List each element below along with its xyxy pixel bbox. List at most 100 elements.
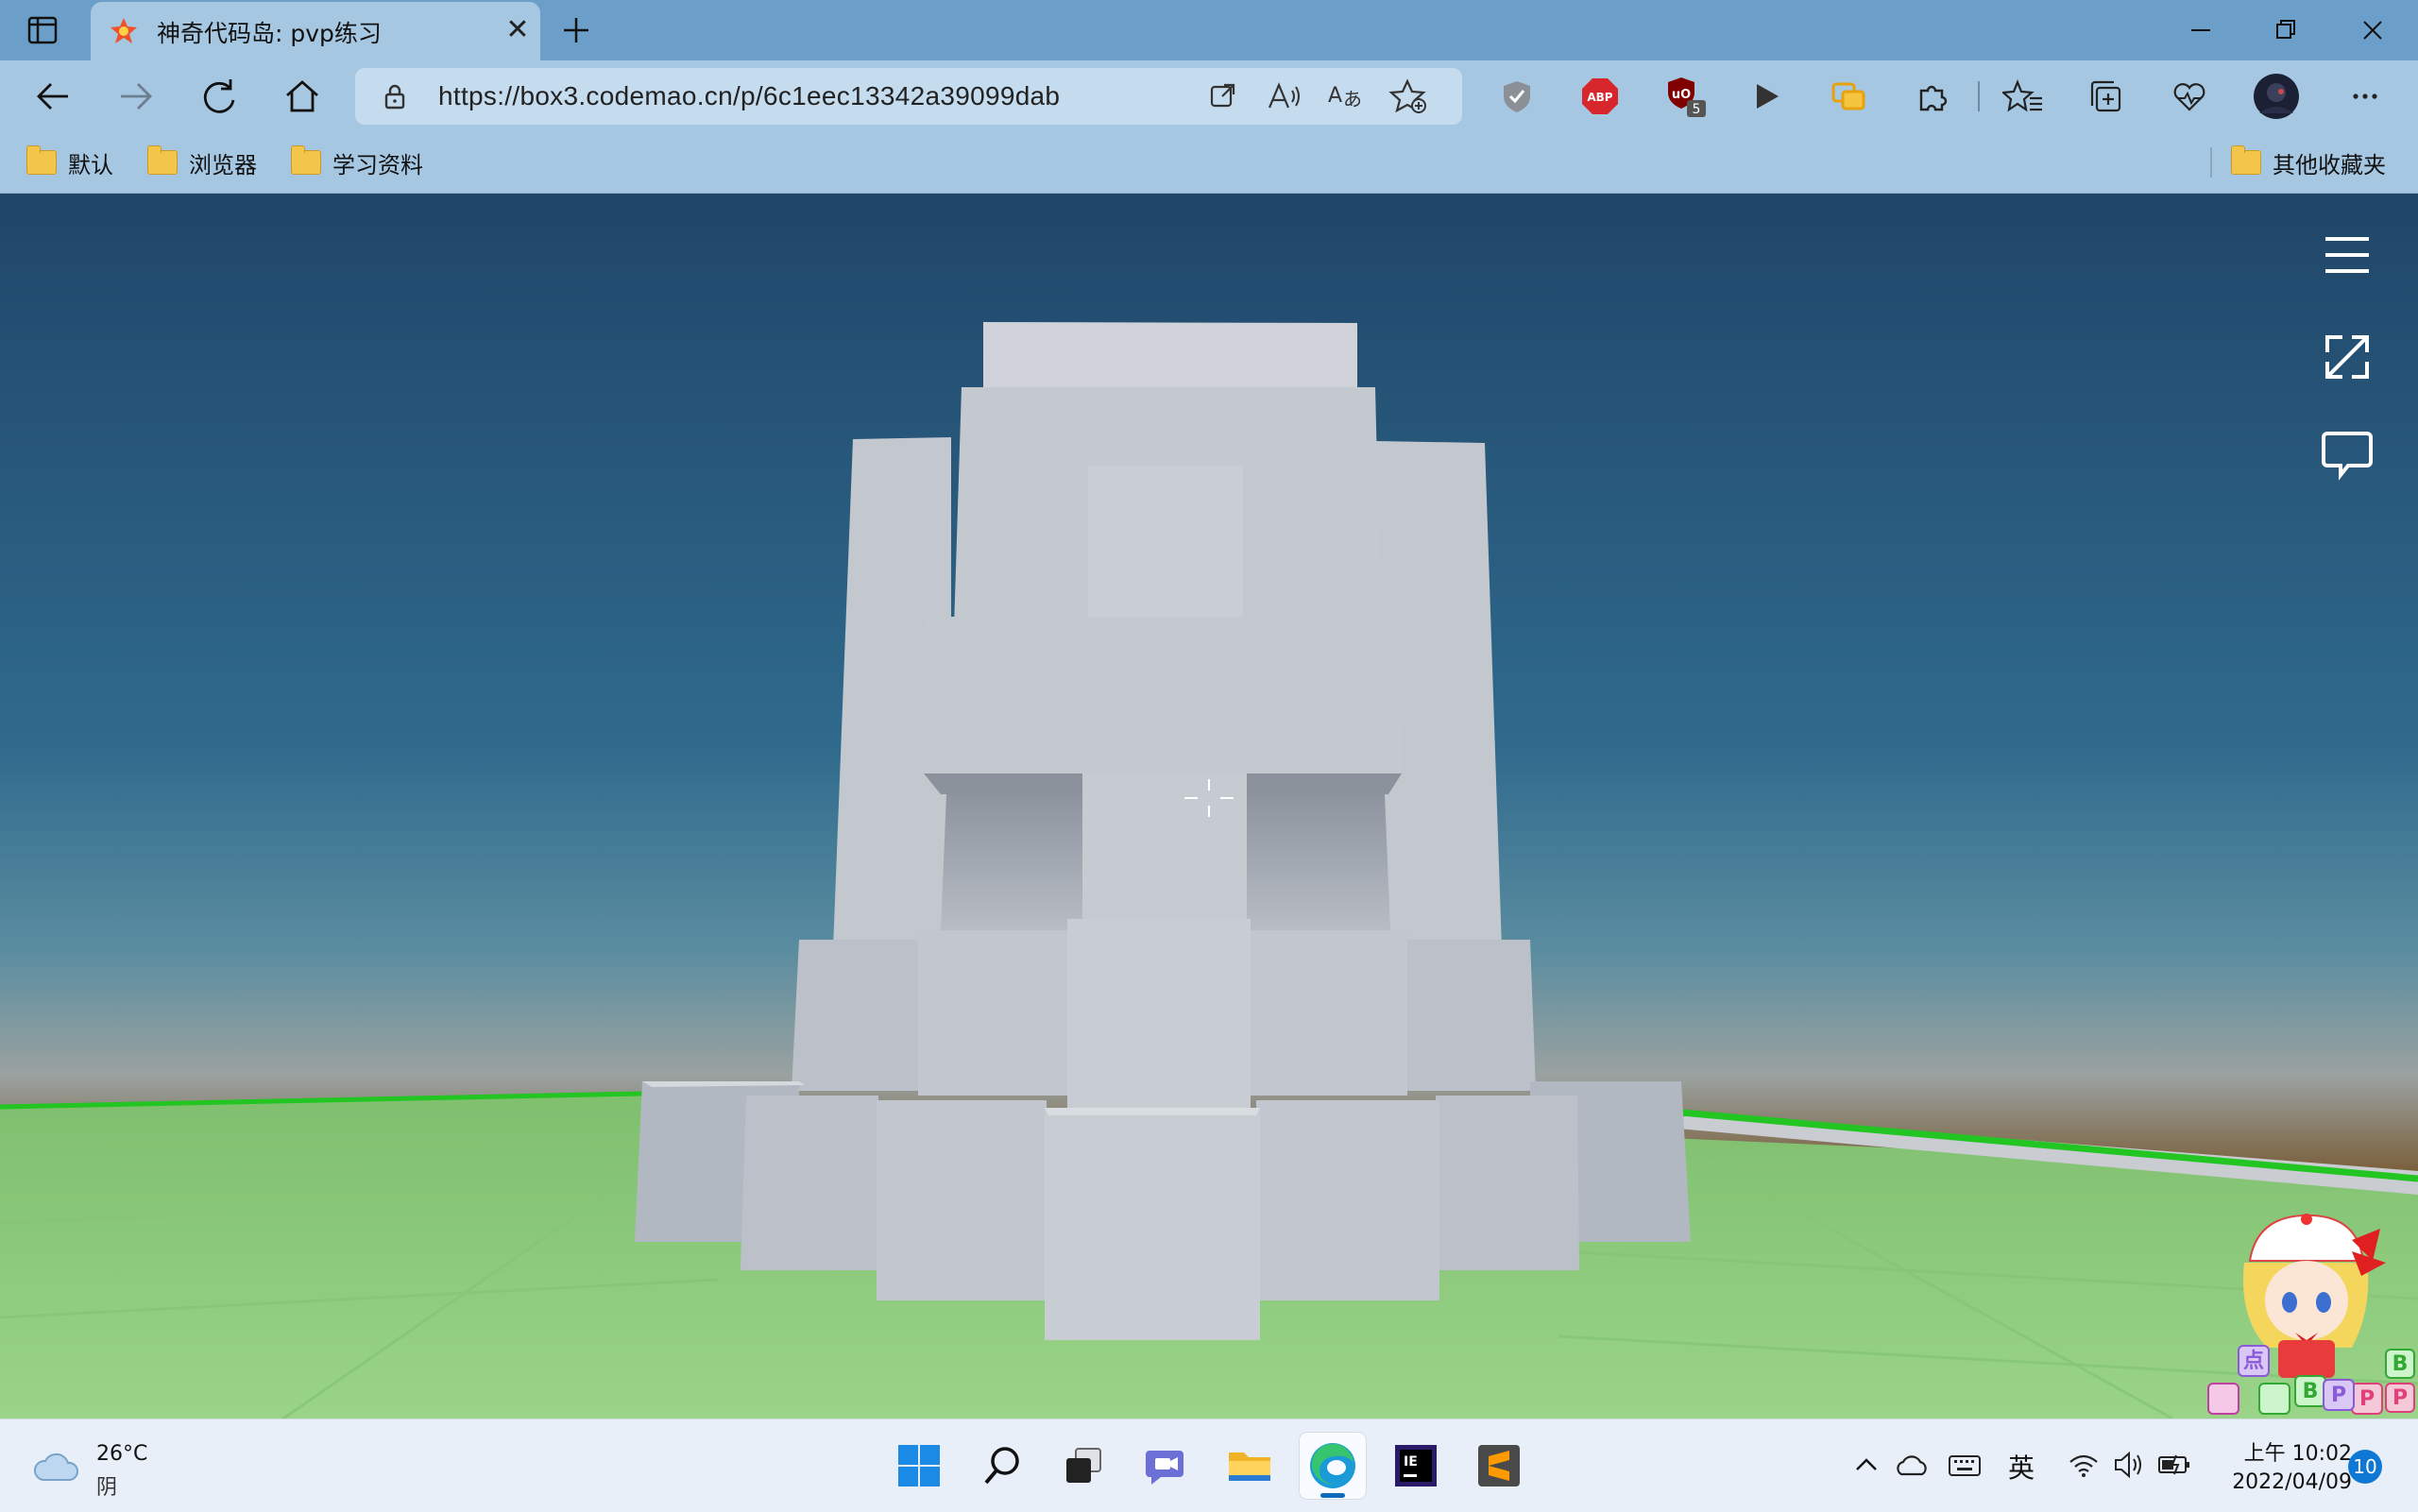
mascot-block-letter: B (2392, 1352, 2409, 1376)
performance-button[interactable] (2161, 70, 2218, 123)
restore-button[interactable] (2246, 0, 2325, 60)
lock-icon[interactable] (380, 81, 410, 111)
hamburger-menu-icon (2325, 237, 2369, 273)
keyboard-icon (1949, 1455, 1981, 1476)
svg-text:あ: あ (1343, 88, 1362, 110)
svg-text:IE: IE (1404, 1454, 1418, 1470)
volume-button[interactable] (2110, 1446, 2148, 1484)
search-button[interactable] (969, 1433, 1035, 1499)
fullscreen-button[interactable] (2314, 324, 2380, 390)
folder-icon (147, 145, 178, 175)
add-favorite-icon[interactable] (1388, 77, 1430, 115)
game-viewport[interactable]: 点 B P B P P (0, 194, 2418, 1419)
notification-badge[interactable]: 10 (2348, 1450, 2382, 1484)
intellij-idea-icon: IE (1395, 1445, 1437, 1487)
folder-icon (291, 145, 321, 175)
clock[interactable]: 上午 10:02 2022/04/09 (2210, 1433, 2352, 1499)
open-in-app-icon[interactable] (1203, 79, 1241, 113)
battery-charging-icon (2158, 1454, 2189, 1475)
active-app-indicator (1320, 1493, 1345, 1498)
input-method-indicator[interactable]: 英 (2008, 1448, 2035, 1486)
sublime-text-button[interactable] (1466, 1433, 1532, 1499)
show-hidden-icons-button[interactable] (1849, 1448, 1883, 1482)
windows-taskbar: 26°C 阴 IE 英 上午 10:02 2022/04/09 10 (0, 1419, 2418, 1512)
start-button[interactable] (886, 1433, 952, 1499)
translate-icon[interactable]: A あ (1326, 77, 1368, 115)
bookmark-label: 默认 (68, 151, 113, 178)
tab-close-icon[interactable]: ✕ (499, 11, 536, 49)
puzzle-icon (1919, 85, 1948, 111)
profile-avatar-button[interactable] (2248, 70, 2305, 123)
refresh-button[interactable] (193, 72, 246, 121)
mascot-block-letter: P (2359, 1387, 2375, 1411)
minimize-button[interactable] (2161, 0, 2240, 60)
bookmark-folder-study[interactable]: 学习资料 (291, 142, 423, 183)
shield-icon (1504, 81, 1530, 112)
folder-icon (2231, 145, 2261, 175)
weather-description: 阴 (96, 1476, 118, 1500)
wifi-icon (2069, 1454, 2098, 1477)
svg-text:ABP: ABP (1587, 91, 1612, 104)
other-bookmarks-label: 其他收藏夹 (2273, 151, 2386, 178)
back-button[interactable] (26, 72, 79, 121)
refresh-icon (203, 79, 235, 113)
read-aloud-icon[interactable] (1264, 79, 1305, 113)
file-explorer-button[interactable] (1217, 1433, 1283, 1499)
avatar (2254, 74, 2299, 119)
bookmark-folder-default[interactable]: 默认 (26, 142, 113, 183)
battery-button[interactable] (2155, 1446, 2193, 1484)
home-button[interactable] (276, 72, 329, 121)
game-scene[interactable] (0, 194, 2418, 1419)
mascot-block-letter: B (2303, 1380, 2319, 1403)
mascot-block-letter: P (2331, 1384, 2346, 1407)
chat-button[interactable] (2314, 420, 2380, 486)
more-dots-icon (2353, 93, 2377, 99)
url-text[interactable]: https://box3.codemao.cn/p/6c1eec13342a39… (438, 81, 1060, 111)
cloud-icon (1897, 1455, 1927, 1476)
weather-widget[interactable]: 26°C 阴 (32, 1433, 183, 1500)
extension-coupon-button[interactable] (1821, 70, 1878, 123)
favorites-star-icon (2002, 79, 2042, 112)
search-icon (984, 1447, 1019, 1485)
coupon-icon (1831, 82, 1865, 110)
teams-chat-icon (1146, 1451, 1183, 1485)
collections-button[interactable] (2078, 70, 2135, 123)
edge-browser-button[interactable] (1300, 1433, 1366, 1499)
forward-button[interactable] (110, 72, 162, 121)
browser-tab-active[interactable]: 神奇代码岛: pvp练习 ✕ (91, 2, 540, 60)
heart-pulse-icon (2173, 83, 2205, 111)
extensions-button[interactable] (1904, 70, 1961, 123)
extension-shield-button[interactable] (1489, 70, 1545, 123)
browser-toolbar: https://box3.codemao.cn/p/6c1eec13342a39… (0, 60, 2418, 132)
new-tab-button[interactable] (555, 9, 597, 51)
extension-adblock-button[interactable]: ABP (1572, 70, 1628, 123)
plus-icon (564, 18, 588, 42)
bookmark-folder-browser[interactable]: 浏览器 (147, 142, 257, 183)
touch-keyboard-button[interactable] (1946, 1448, 1984, 1482)
edge-logo-icon (1310, 1443, 1355, 1488)
settings-more-button[interactable] (2337, 70, 2393, 123)
game-menu-button[interactable] (2314, 222, 2380, 288)
desktop-pet-mascot[interactable]: 点 B P B P P (2201, 1195, 2418, 1419)
bookmark-folder-other[interactable]: 其他收藏夹 (2231, 142, 2386, 183)
chevron-up-icon (1856, 1458, 1877, 1470)
extension-ublock-button[interactable]: uO 5 (1657, 70, 1713, 123)
close-window-button[interactable] (2333, 0, 2412, 60)
extension-play-button[interactable] (1738, 70, 1795, 123)
teams-chat-button[interactable] (1133, 1433, 1200, 1499)
tab-actions-button[interactable] (23, 11, 64, 49)
extension-badge-count: 5 (1693, 102, 1701, 117)
tab-actions-icon (27, 16, 58, 44)
network-button[interactable] (2065, 1446, 2103, 1484)
minimize-icon (2191, 29, 2210, 31)
forward-arrow-icon (121, 83, 152, 110)
clock-date: 2022/04/09 (2232, 1470, 2352, 1494)
collections-icon (2090, 80, 2121, 112)
speaker-icon (2115, 1451, 2141, 1479)
onedrive-button[interactable] (1893, 1448, 1931, 1482)
intellij-button[interactable]: IE (1383, 1433, 1449, 1499)
mascot-block-letter: 点 (2243, 1349, 2264, 1373)
favorites-button[interactable] (1995, 70, 2052, 123)
address-bar[interactable]: https://box3.codemao.cn/p/6c1eec13342a39… (355, 68, 1462, 125)
task-view-button[interactable] (1050, 1433, 1116, 1499)
